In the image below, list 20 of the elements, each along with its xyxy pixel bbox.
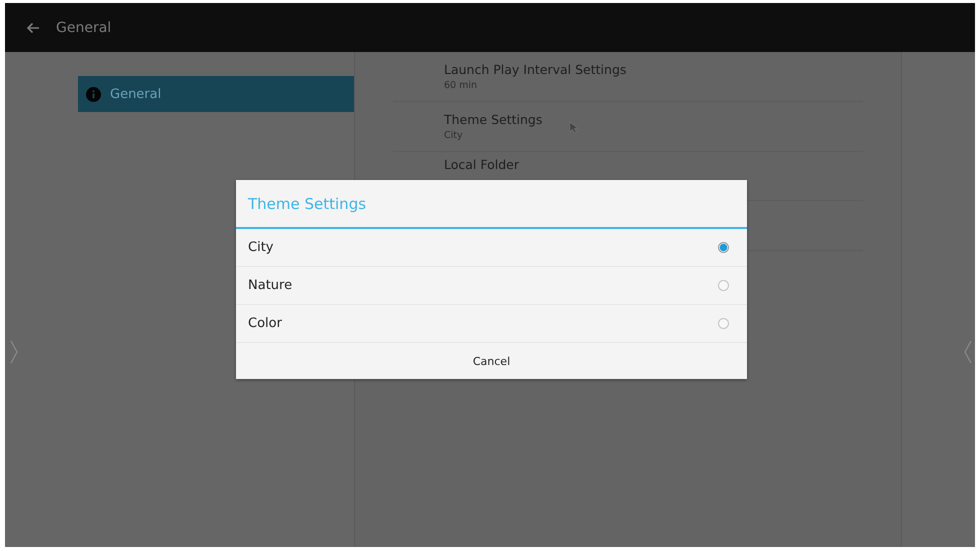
theme-option[interactable]: Nature [236,267,747,305]
theme-option[interactable]: City [236,229,747,267]
option-label: Nature [248,278,292,293]
setting-title: Theme Settings [444,112,544,127]
back-arrow-icon[interactable] [26,22,40,34]
setting-title: Launch Play Interval Settings [444,62,628,77]
info-icon [86,86,101,102]
cancel-button[interactable]: Cancel [236,343,747,379]
option-label: City [248,240,274,255]
sidebar-item[interactable]: General [78,76,354,112]
setting-title: Local Folder [444,157,520,172]
chevron-right-icon[interactable] [10,340,18,364]
mouse-pointer-icon [569,121,578,134]
option-label: Color [248,316,282,331]
radio-button[interactable] [718,280,729,291]
radio-button[interactable] [718,318,729,329]
radio-button[interactable] [718,242,729,253]
app-bar-title: General [56,20,112,36]
chevron-left-icon[interactable] [964,340,972,364]
dialog-title: Theme Settings [236,180,747,229]
